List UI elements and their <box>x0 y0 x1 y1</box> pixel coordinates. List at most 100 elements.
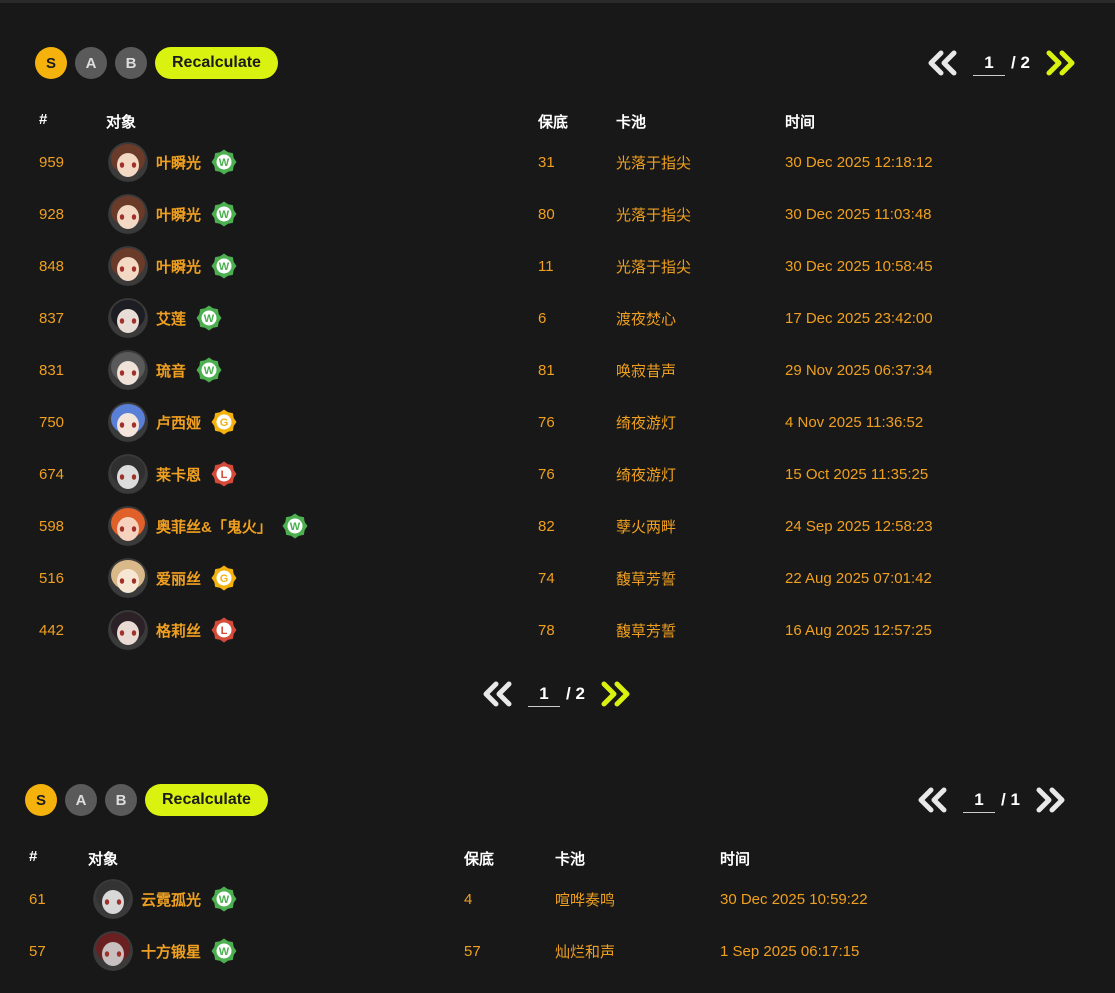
pull-timestamp: 16 Aug 2025 12:57:25 <box>785 621 932 639</box>
target-cell[interactable]: 莱卡恩 L <box>108 448 237 500</box>
page-number-input[interactable]: 1 <box>528 682 560 707</box>
banner-pool-name: 绮夜游灯 <box>616 466 677 484</box>
pull-number: 442 <box>39 621 65 639</box>
target-cell[interactable]: 叶瞬光 W <box>108 136 237 188</box>
avatar <box>108 402 148 442</box>
rank-l-badge-icon: L <box>211 617 237 643</box>
target-cell[interactable]: 叶瞬光 W <box>108 188 237 240</box>
pull-timestamp: 29 Nov 2025 06:37:34 <box>785 361 933 379</box>
column-header-time: 时间 <box>785 114 816 131</box>
pity-count: 81 <box>538 361 555 379</box>
gacha-history-section: S A B Recalculate 1 / 1 # 对象 保底 卡池 时间 61 云霓孤光 W 4 喧哗奏鸣 3… <box>25 784 1089 977</box>
column-header-pity: 保底 <box>538 114 569 131</box>
pity-count: 80 <box>538 205 555 223</box>
prev-page-button[interactable] <box>925 47 959 79</box>
rank-g-badge-icon: G <box>211 565 237 591</box>
avatar <box>108 506 148 546</box>
double-chevron-left-icon <box>928 50 957 76</box>
pull-timestamp: 17 Dec 2025 23:42:00 <box>785 309 933 327</box>
banner-pool-name: 绮夜游灯 <box>616 414 677 432</box>
pity-count: 4 <box>464 890 473 908</box>
svg-text:W: W <box>219 894 230 906</box>
banner-pool-name: 喧哗奏鸣 <box>555 891 616 909</box>
svg-text:G: G <box>220 417 229 429</box>
target-cell[interactable]: 卢西娅 G <box>108 396 237 448</box>
rank-filter-a-button[interactable]: A <box>75 47 107 79</box>
avatar <box>108 194 148 234</box>
banner-pool-name: 光落于指尖 <box>616 206 692 224</box>
banner-pool-name: 灿烂和声 <box>555 943 616 961</box>
pull-timestamp: 22 Aug 2025 07:01:42 <box>785 569 932 587</box>
page-number-input[interactable]: 1 <box>973 51 1005 76</box>
banner-pool-name: 光落于指尖 <box>616 154 692 172</box>
table-row: 837 艾莲 W 6 渡夜焚心 17 Dec 2025 23:42:00 <box>35 292 1099 344</box>
svg-text:W: W <box>219 261 230 273</box>
target-cell[interactable]: 琉音 W <box>108 344 222 396</box>
target-cell[interactable]: 奥菲丝&「鬼火」 W <box>108 500 308 552</box>
page-total: / 2 <box>1011 53 1030 72</box>
rank-filter-a-button[interactable]: A <box>65 784 97 816</box>
pull-timestamp: 30 Dec 2025 12:18:12 <box>785 153 933 171</box>
rank-w-badge-icon: W <box>211 938 237 964</box>
target-name[interactable]: 格莉丝 <box>156 620 201 641</box>
avatar <box>108 142 148 182</box>
banner-pool-name: 孽火两畔 <box>616 518 677 536</box>
target-name[interactable]: 叶瞬光 <box>156 204 201 225</box>
table-row: 928 叶瞬光 W 80 光落于指尖 30 Dec 2025 11:03:48 <box>35 188 1099 240</box>
target-name[interactable]: 云霓孤光 <box>141 889 201 910</box>
recalculate-button[interactable]: Recalculate <box>145 784 268 816</box>
column-header-num: # <box>29 848 38 865</box>
prev-page-button[interactable] <box>915 784 949 816</box>
table-row: 959 叶瞬光 W 31 光落于指尖 30 Dec 2025 12:18:12 <box>35 136 1099 188</box>
banner-pool-name: 馥草芳誓 <box>616 622 677 640</box>
pity-count: 31 <box>538 153 555 171</box>
target-cell[interactable]: 云霓孤光 W <box>93 873 237 925</box>
double-chevron-right-icon <box>1046 50 1075 76</box>
pull-timestamp: 30 Dec 2025 11:03:48 <box>785 205 932 223</box>
target-name[interactable]: 莱卡恩 <box>156 464 201 485</box>
double-chevron-left-icon <box>483 681 512 707</box>
next-page-button[interactable] <box>1044 47 1078 79</box>
target-cell[interactable]: 叶瞬光 W <box>108 240 237 292</box>
target-name[interactable]: 十方锻星 <box>141 941 201 962</box>
page-number-input[interactable]: 1 <box>963 788 995 813</box>
pull-number: 837 <box>39 309 65 327</box>
next-page-button[interactable] <box>599 678 633 710</box>
target-cell[interactable]: 艾莲 W <box>108 292 222 344</box>
svg-text:L: L <box>221 469 228 481</box>
table-row: 61 云霓孤光 W 4 喧哗奏鸣 30 Dec 2025 10:59:22 <box>25 873 1089 925</box>
pity-count: 11 <box>538 257 554 275</box>
rank-filter-s-button[interactable]: S <box>25 784 57 816</box>
pull-timestamp: 30 Dec 2025 10:58:45 <box>785 257 933 275</box>
target-name[interactable]: 叶瞬光 <box>156 256 201 277</box>
pity-count: 78 <box>538 621 555 639</box>
target-name[interactable]: 奥菲丝&「鬼火」 <box>156 516 272 537</box>
column-header-target: 对象 <box>88 851 119 868</box>
prev-page-button[interactable] <box>480 678 514 710</box>
target-name[interactable]: 爱丽丝 <box>156 568 201 589</box>
rank-w-badge-icon: W <box>196 357 222 383</box>
target-name[interactable]: 叶瞬光 <box>156 152 201 173</box>
rank-filter-b-button[interactable]: B <box>105 784 137 816</box>
double-chevron-right-icon <box>1036 787 1065 813</box>
avatar <box>108 558 148 598</box>
target-name[interactable]: 艾莲 <box>156 308 186 329</box>
target-cell[interactable]: 十方锻星 W <box>93 925 237 977</box>
target-name[interactable]: 卢西娅 <box>156 412 201 433</box>
recalculate-button[interactable]: Recalculate <box>155 47 278 79</box>
target-cell[interactable]: 爱丽丝 G <box>108 552 237 604</box>
page-total: / 1 <box>1001 790 1020 809</box>
pull-number: 57 <box>29 942 46 960</box>
pity-count: 76 <box>538 413 555 431</box>
pager-bottom: 1 / 2 <box>480 678 633 710</box>
rank-filter-b-button[interactable]: B <box>115 47 147 79</box>
target-name[interactable]: 琉音 <box>156 360 186 381</box>
svg-text:L: L <box>221 625 228 637</box>
next-page-button[interactable] <box>1034 784 1068 816</box>
table-row: 831 琉音 W 81 唤寂昔声 29 Nov 2025 06:37:34 <box>35 344 1099 396</box>
column-header-target: 对象 <box>106 114 137 131</box>
svg-text:W: W <box>204 365 215 377</box>
pull-number: 831 <box>39 361 65 379</box>
target-cell[interactable]: 格莉丝 L <box>108 604 237 656</box>
rank-filter-s-button[interactable]: S <box>35 47 67 79</box>
